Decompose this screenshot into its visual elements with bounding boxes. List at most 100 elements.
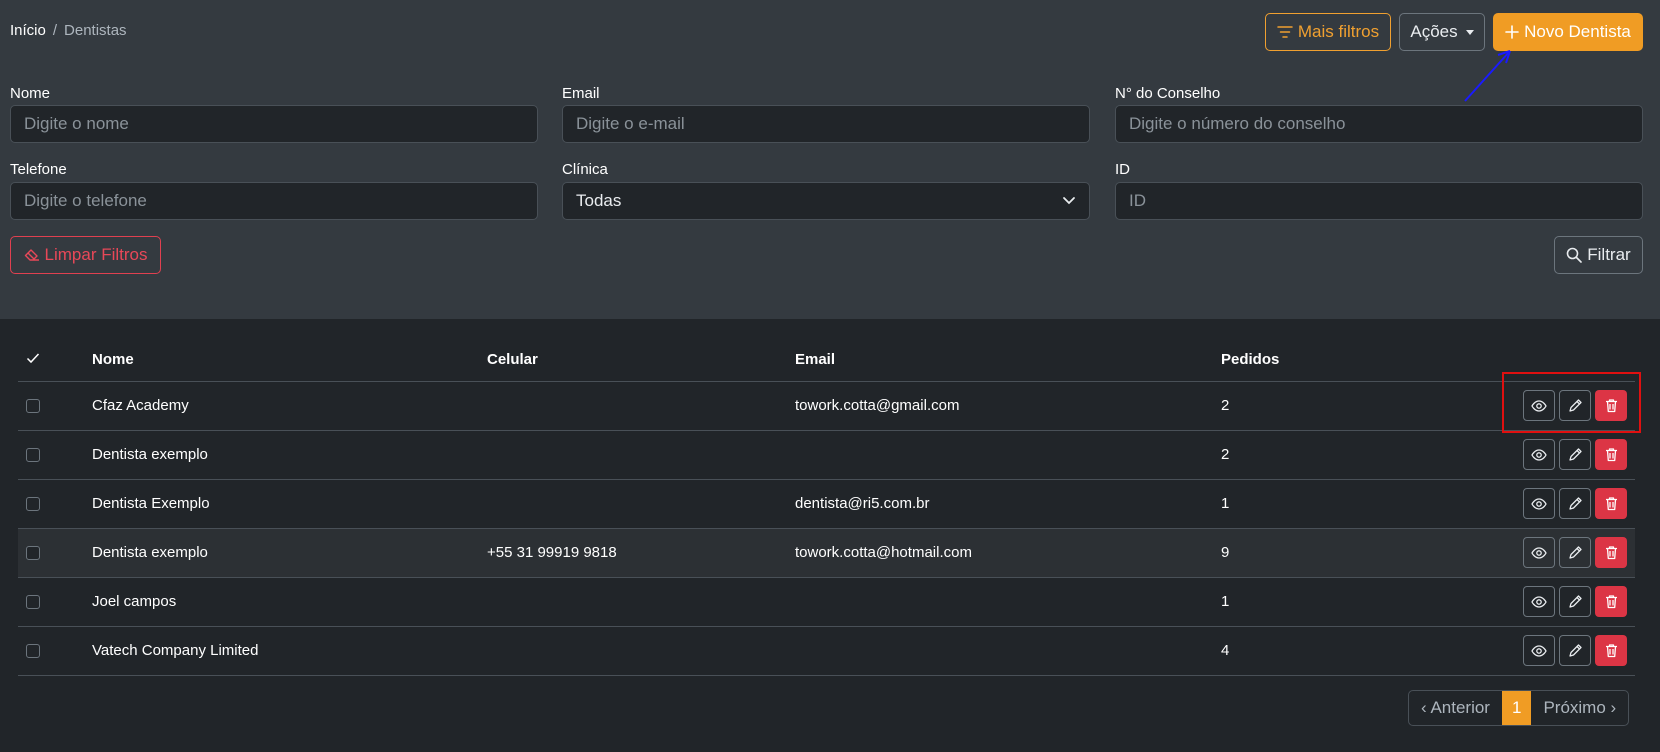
- cell-name: Dentista exemplo: [92, 528, 487, 578]
- council-number-input[interactable]: [1115, 105, 1643, 143]
- cell-actions: [1487, 381, 1635, 431]
- row-checkbox[interactable]: [26, 644, 40, 659]
- table-row[interactable]: Cfaz Academy towork.cotta@gmail.com 2: [18, 381, 1635, 431]
- table-row[interactable]: Vatech Company Limited 4: [18, 626, 1635, 676]
- pencil-icon: [1568, 546, 1582, 559]
- select-all-header[interactable]: [18, 339, 92, 382]
- cell-actions: [1487, 626, 1635, 676]
- column-header-email[interactable]: Email: [795, 339, 1221, 382]
- cell-phone: [487, 479, 795, 529]
- table-row[interactable]: Dentista Exemplo dentista@ri5.com.br 1: [18, 479, 1635, 529]
- clear-filters-button[interactable]: Limpar Filtros: [10, 236, 161, 274]
- view-button[interactable]: [1523, 537, 1555, 568]
- eye-icon: [1531, 644, 1547, 657]
- cell-name: Vatech Company Limited: [92, 626, 487, 676]
- view-button[interactable]: [1523, 439, 1555, 470]
- pencil-icon: [1568, 399, 1582, 412]
- cell-orders: 2: [1221, 430, 1487, 480]
- pencil-icon: [1568, 448, 1582, 461]
- email-input[interactable]: [562, 105, 1090, 143]
- trash-icon: [1605, 546, 1617, 560]
- edit-button[interactable]: [1559, 635, 1591, 666]
- actions-label: Ações: [1410, 22, 1458, 41]
- phone-input[interactable]: [10, 182, 538, 220]
- name-label: Nome: [10, 85, 51, 102]
- email-label: Email: [562, 85, 600, 102]
- cell-name: Joel campos: [92, 577, 487, 627]
- cell-orders: 4: [1221, 626, 1487, 676]
- view-button[interactable]: [1523, 635, 1555, 666]
- clinic-select-value: Todas: [576, 191, 622, 210]
- delete-button[interactable]: [1595, 586, 1627, 617]
- trash-icon: [1605, 399, 1617, 413]
- column-header-name[interactable]: Nome: [92, 339, 487, 382]
- cell-phone: [487, 577, 795, 627]
- cell-orders: 1: [1221, 479, 1487, 529]
- cell-email: [795, 430, 1221, 480]
- pagination: ‹ Anterior 1 Próximo ›: [1408, 690, 1630, 726]
- view-button[interactable]: [1523, 390, 1555, 421]
- breadcrumb-current: Dentistas: [64, 22, 127, 39]
- trash-icon: [1605, 595, 1617, 609]
- cell-phone: +55 31 99919 9818: [487, 528, 795, 578]
- pencil-icon: [1568, 497, 1582, 510]
- clinic-select[interactable]: Todas: [562, 182, 1090, 220]
- filter-icon: [1277, 26, 1293, 38]
- id-input[interactable]: [1115, 182, 1643, 220]
- delete-button[interactable]: [1595, 439, 1627, 470]
- pencil-icon: [1568, 595, 1582, 608]
- name-input[interactable]: [10, 105, 538, 143]
- council-label: N° do Conselho: [1115, 85, 1221, 102]
- cell-actions: [1487, 430, 1635, 480]
- row-checkbox[interactable]: [26, 497, 40, 512]
- delete-button[interactable]: [1595, 635, 1627, 666]
- pagination-page-current[interactable]: 1: [1501, 691, 1532, 725]
- eye-icon: [1531, 497, 1547, 510]
- delete-button[interactable]: [1595, 537, 1627, 568]
- annotation-arrow: [1464, 50, 1511, 102]
- trash-icon: [1605, 644, 1617, 658]
- row-checkbox-cell: [18, 430, 92, 480]
- cell-phone: [487, 626, 795, 676]
- chevron-down-icon: [1063, 197, 1075, 205]
- more-filters-button[interactable]: Mais filtros: [1265, 13, 1391, 51]
- breadcrumb-home[interactable]: Início: [10, 22, 46, 39]
- table-row[interactable]: Dentista exemplo +55 31 99919 9818 towork.…: [18, 528, 1635, 578]
- cell-orders: 9: [1221, 528, 1487, 578]
- table-row[interactable]: Joel campos 1: [18, 577, 1635, 627]
- edit-button[interactable]: [1559, 439, 1591, 470]
- pencil-icon: [1568, 644, 1582, 657]
- phone-label: Telefone: [10, 161, 67, 178]
- eye-icon: [1531, 399, 1547, 412]
- delete-button[interactable]: [1595, 390, 1627, 421]
- cell-actions: [1487, 577, 1635, 627]
- search-icon: [1566, 247, 1583, 263]
- view-button[interactable]: [1523, 586, 1555, 617]
- trash-icon: [1605, 497, 1617, 511]
- cell-email: dentista@ri5.com.br: [795, 479, 1221, 529]
- pagination-next[interactable]: Próximo ›: [1531, 691, 1628, 725]
- edit-button[interactable]: [1559, 537, 1591, 568]
- cell-email: towork.cotta@gmail.com: [795, 381, 1221, 431]
- filter-button[interactable]: Filtrar: [1554, 236, 1643, 274]
- row-checkbox[interactable]: [26, 595, 40, 610]
- row-checkbox[interactable]: [26, 448, 40, 463]
- pagination-previous[interactable]: ‹ Anterior: [1409, 691, 1502, 725]
- cell-email: [795, 577, 1221, 627]
- more-filters-label: Mais filtros: [1297, 22, 1380, 41]
- cell-name: Dentista exemplo: [92, 430, 487, 480]
- column-header-phone[interactable]: Celular: [487, 339, 795, 382]
- filter-panel: Início / Dentistas Mais filtros Ações Novo…: [0, 0, 1660, 319]
- caret-down-icon: [1465, 29, 1474, 35]
- row-checkbox[interactable]: [26, 399, 40, 414]
- plus-icon: [1505, 25, 1519, 39]
- edit-button[interactable]: [1559, 390, 1591, 421]
- row-checkbox[interactable]: [26, 546, 40, 561]
- edit-button[interactable]: [1559, 488, 1591, 519]
- column-header-actions: [1487, 339, 1635, 382]
- view-button[interactable]: [1523, 488, 1555, 519]
- delete-button[interactable]: [1595, 488, 1627, 519]
- table-row[interactable]: Dentista exemplo 2: [18, 430, 1635, 480]
- edit-button[interactable]: [1559, 586, 1591, 617]
- column-header-orders[interactable]: Pedidos: [1221, 339, 1487, 382]
